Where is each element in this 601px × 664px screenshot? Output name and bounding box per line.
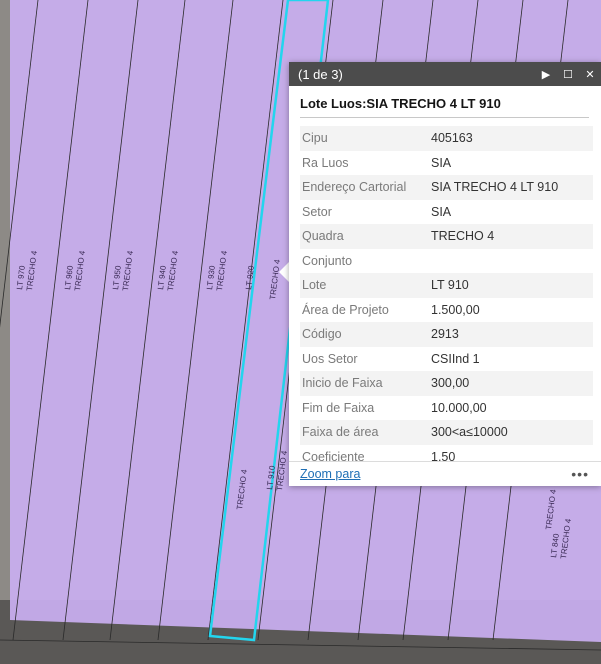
attribute-value — [429, 249, 593, 274]
attribute-key: Cipu — [300, 126, 429, 151]
feature-counter: (1 de 3) — [298, 66, 343, 82]
attribute-key: Quadra — [300, 224, 429, 249]
attribute-key: Inicio de Faixa — [300, 371, 429, 396]
attribute-row: Faixa de área 300<a≤10000 — [300, 420, 593, 445]
attribute-key: Faixa de área — [300, 420, 429, 445]
attribute-key: Ra Luos — [302, 155, 349, 170]
attribute-key: Área de Projeto — [302, 302, 389, 317]
popup-header: (1 de 3) ▶ ☐ ✕ — [289, 62, 601, 86]
attribute-value: CSIInd 1 — [431, 351, 480, 366]
attribute-table: Cipu 405163 Ra Luos SIA Endereço Cartorial SI… — [300, 126, 593, 464]
attribute-row: Endereço Cartorial SIA TRECHO 4 LT 910 — [300, 175, 593, 200]
attribute-value: 1.500,00 — [431, 302, 480, 317]
popup-title: Lote Luos:SIA TRECHO 4 LT 910 — [300, 96, 589, 118]
attribute-key: Fim de Faixa — [302, 400, 375, 415]
attribute-row: Inicio de Faixa 300,00 — [300, 371, 593, 396]
attribute-row: Lote LT 910 — [300, 273, 593, 298]
popup-pointer — [279, 262, 289, 282]
attribute-key: Endereço Cartorial — [300, 175, 429, 200]
attribute-row: Área de Projeto 1.500,00 — [300, 298, 593, 323]
attribute-value: LT 910 — [429, 273, 593, 298]
attribute-key: Conjunto — [302, 253, 353, 268]
attribute-row: Uos Setor CSIInd 1 — [300, 347, 593, 372]
zoom-to-link[interactable]: Zoom para — [300, 467, 360, 481]
attribute-value: 2913 — [429, 322, 593, 347]
popup-body: Lote Luos:SIA TRECHO 4 LT 910 Cipu 405163… — [289, 86, 601, 486]
feature-popup: (1 de 3) ▶ ☐ ✕ Lote Luos:SIA TRECHO 4 LT… — [289, 62, 601, 486]
close-icon[interactable]: ✕ — [579, 62, 601, 86]
attribute-value: 300<a≤10000 — [429, 420, 593, 445]
attribute-value: 405163 — [429, 126, 593, 151]
maximize-icon[interactable]: ☐ — [557, 62, 579, 86]
attribute-key: Lote — [300, 273, 429, 298]
attribute-value: TRECHO 4 — [429, 224, 593, 249]
play-icon[interactable]: ▶ — [535, 62, 557, 86]
attribute-row: Quadra TRECHO 4 — [300, 224, 593, 249]
attribute-value: 300,00 — [429, 371, 593, 396]
popup-footer: Zoom para ••• — [289, 461, 601, 486]
attribute-row: Conjunto — [300, 249, 593, 274]
attribute-scroll-area[interactable]: Cipu 405163 Ra Luos SIA Endereço Cartorial SI… — [300, 126, 593, 464]
attribute-row: Fim de Faixa 10.000,00 — [300, 396, 593, 421]
attribute-row: Ra Luos SIA — [300, 151, 593, 176]
attribute-row: Cipu 405163 — [300, 126, 593, 151]
attribute-row: Setor SIA — [300, 200, 593, 225]
attribute-value: 10.000,00 — [431, 400, 487, 415]
attribute-value: SIA — [431, 155, 452, 170]
attribute-key: Código — [300, 322, 429, 347]
attribute-value: SIA — [431, 204, 452, 219]
attribute-key: Uos Setor — [302, 351, 358, 366]
attribute-value: SIA TRECHO 4 LT 910 — [429, 175, 593, 200]
attribute-row: Código 2913 — [300, 322, 593, 347]
more-options-icon[interactable]: ••• — [571, 466, 589, 482]
attribute-key: Setor — [302, 204, 332, 219]
